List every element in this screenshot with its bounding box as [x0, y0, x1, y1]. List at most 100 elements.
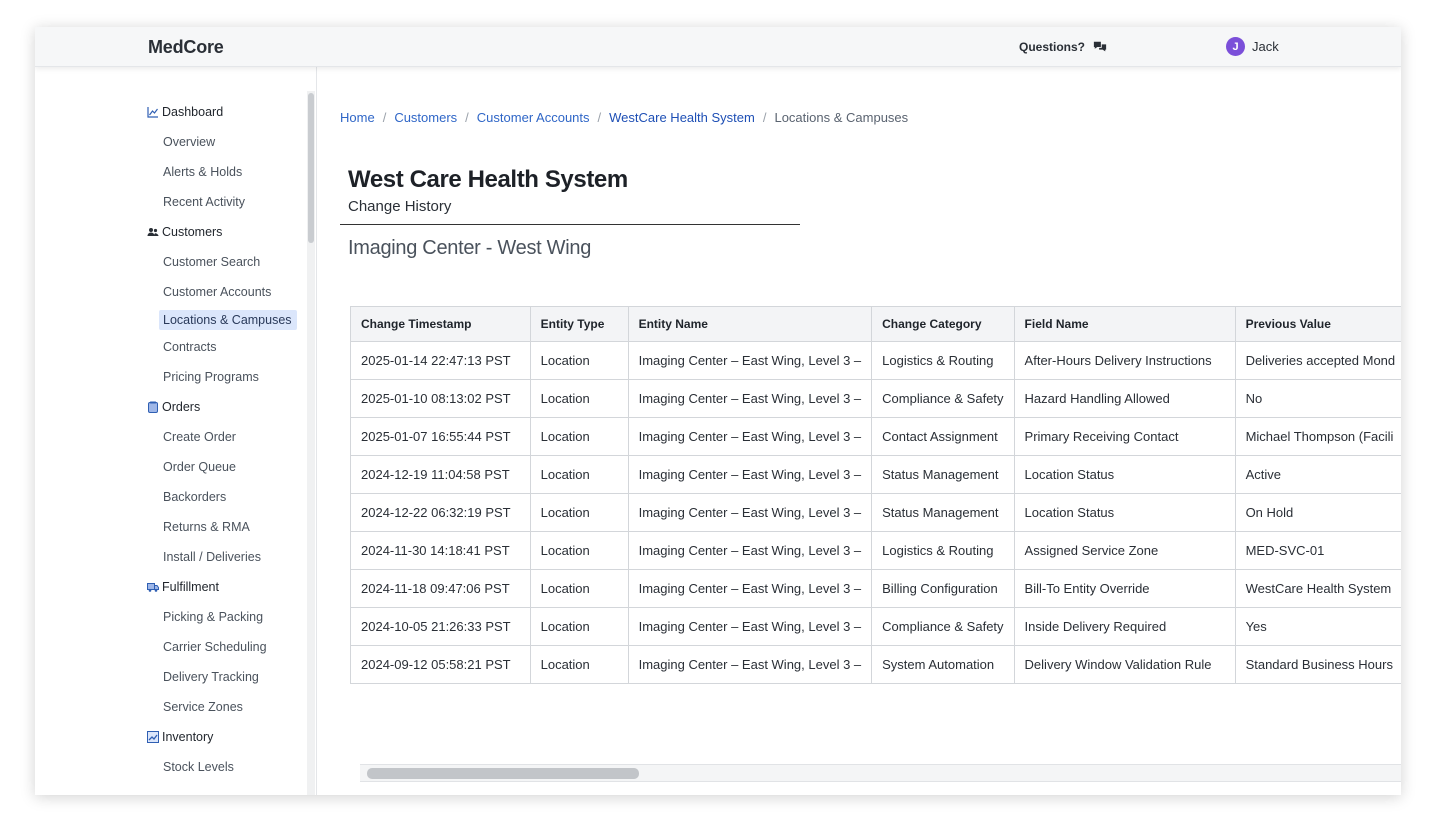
- sidebar-item-delivery-tracking[interactable]: Delivery Tracking: [147, 662, 307, 692]
- table-cell: Location: [529, 531, 629, 570]
- horizontal-scrollbar-track[interactable]: [360, 764, 1401, 782]
- table-cell: Logistics & Routing: [871, 531, 1015, 570]
- table-cell: After-Hours Delivery Instructions: [1013, 341, 1236, 380]
- table-row[interactable]: 2024-09-12 05:58:21 PST Location Imaging C…: [350, 645, 1401, 684]
- table-row[interactable]: 2025-01-14 22:47:13 PST Location Imaging C…: [350, 341, 1401, 380]
- table-cell: Bill-To Entity Override: [1013, 569, 1236, 608]
- brand-logo[interactable]: MedCore: [148, 37, 224, 58]
- change-history-table-container: Change Timestamp Entity Type Entity Name Ch…: [350, 306, 1401, 684]
- sidebar-section-inventory[interactable]: Inventory: [147, 722, 307, 752]
- sidebar-item-order-queue[interactable]: Order Queue: [147, 452, 307, 482]
- table-cell: Imaging Center – East Wing, Level 3 –: [627, 569, 873, 608]
- title-divider: [340, 224, 800, 225]
- table-cell: Location: [529, 417, 629, 456]
- table-cell: 2025-01-10 08:13:02 PST: [350, 379, 531, 418]
- table-cell: 2024-09-12 05:58:21 PST: [350, 645, 531, 684]
- horizontal-scrollbar-thumb[interactable]: [367, 768, 639, 779]
- table-cell: On Hold: [1234, 493, 1401, 532]
- table-cell: Hazard Handling Allowed: [1013, 379, 1236, 418]
- sidebar-section-fulfillment[interactable]: Fulfillment: [147, 572, 307, 602]
- sidebar-section-orders[interactable]: Orders: [147, 392, 307, 422]
- table-cell: Yes: [1234, 607, 1401, 646]
- table-row[interactable]: 2024-11-30 14:18:41 PST Location Imaging C…: [350, 531, 1401, 570]
- avatar: J: [1226, 37, 1245, 56]
- truck-icon: [147, 583, 159, 592]
- table-cell: Primary Receiving Contact: [1013, 417, 1236, 456]
- breadcrumb-separator: /: [597, 110, 602, 125]
- sidebar-item-carrier-scheduling[interactable]: Carrier Scheduling: [147, 632, 307, 662]
- breadcrumb: Home / Customers / Customer Accounts / W…: [340, 110, 908, 125]
- sidebar: Dashboard Overview Alerts & Holds Recent…: [35, 67, 317, 795]
- sidebar-item-picking-packing[interactable]: Picking & Packing: [147, 602, 307, 632]
- breadcrumb-customer-accounts[interactable]: Customer Accounts: [477, 110, 590, 125]
- questions-button[interactable]: Questions?: [1019, 40, 1107, 54]
- table-cell: Location: [529, 455, 629, 494]
- table-row[interactable]: 2024-12-19 11:04:58 PST Location Imaging C…: [350, 455, 1401, 494]
- table-row[interactable]: 2025-01-10 08:13:02 PST Location Imaging C…: [350, 379, 1401, 418]
- table-cell: Assigned Service Zone: [1013, 531, 1236, 570]
- app-window: MedCore Questions? J Jack Dashboard Over…: [35, 27, 1401, 795]
- table-row[interactable]: 2025-01-07 16:55:44 PST Location Imaging C…: [350, 417, 1401, 456]
- table-row[interactable]: 2024-10-05 21:26:33 PST Location Imaging C…: [350, 607, 1401, 646]
- column-header[interactable]: Entity Type: [529, 306, 629, 342]
- table-row[interactable]: 2024-12-22 06:32:19 PST Location Imaging C…: [350, 493, 1401, 532]
- sidebar-item-customer-search[interactable]: Customer Search: [147, 247, 307, 277]
- table-cell: Status Management: [871, 493, 1015, 532]
- users-icon: [147, 228, 159, 236]
- sidebar-item-backorders[interactable]: Backorders: [147, 482, 307, 512]
- breadcrumb-locations-campuses: Locations & Campuses: [774, 110, 909, 125]
- breadcrumb-separator: /: [382, 110, 387, 125]
- sidebar-item-create-order[interactable]: Create Order: [147, 422, 307, 452]
- sidebar-section-customers[interactable]: Customers: [147, 217, 307, 247]
- sidebar-item-locations-campuses[interactable]: Locations & Campuses: [159, 310, 297, 330]
- column-header[interactable]: Entity Name: [627, 306, 873, 342]
- sidebar-item-service-zones[interactable]: Service Zones: [147, 692, 307, 722]
- column-header[interactable]: Previous Value: [1234, 306, 1401, 342]
- table-cell: Inside Delivery Required: [1013, 607, 1236, 646]
- breadcrumb-westcare-health-system[interactable]: WestCare Health System: [609, 110, 755, 125]
- table-cell: Logistics & Routing: [871, 341, 1015, 380]
- table-cell: 2024-10-05 21:26:33 PST: [350, 607, 531, 646]
- table-cell: Imaging Center – East Wing, Level 3 –: [627, 493, 873, 532]
- table-cell: Location Status: [1013, 493, 1236, 532]
- table-cell: Location: [529, 379, 629, 418]
- sidebar-scrollbar-thumb[interactable]: [308, 93, 314, 243]
- table-cell: Imaging Center – East Wing, Level 3 –: [627, 531, 873, 570]
- breadcrumb-home[interactable]: Home: [340, 110, 375, 125]
- breadcrumb-customers[interactable]: Customers: [394, 110, 457, 125]
- sidebar-section-label: Inventory: [162, 730, 214, 744]
- sidebar-nav: Dashboard Overview Alerts & Holds Recent…: [147, 97, 307, 782]
- table-cell: Imaging Center – East Wing, Level 3 –: [627, 455, 873, 494]
- column-header[interactable]: Field Name: [1013, 306, 1236, 342]
- sidebar-item-recent-activity[interactable]: Recent Activity: [147, 187, 307, 217]
- chat-bubbles-icon: [1093, 41, 1107, 52]
- table-cell: Location: [529, 569, 629, 608]
- change-history-table: Change Timestamp Entity Type Entity Name Ch…: [350, 306, 1401, 684]
- main-content: Home / Customers / Customer Accounts / W…: [318, 67, 1401, 795]
- sidebar-item-install-deliveries[interactable]: Install / Deliveries: [147, 542, 307, 572]
- table-cell: 2024-12-22 06:32:19 PST: [350, 493, 531, 532]
- column-header[interactable]: Change Category: [871, 306, 1015, 342]
- user-menu[interactable]: J Jack: [1226, 37, 1279, 56]
- table-cell: Standard Business Hours: [1234, 645, 1401, 684]
- sidebar-item-alerts-holds[interactable]: Alerts & Holds: [147, 157, 307, 187]
- sidebar-item-contracts[interactable]: Contracts: [147, 332, 307, 362]
- sidebar-section-label: Dashboard: [162, 105, 224, 119]
- table-cell: Imaging Center – East Wing, Level 3 –: [627, 341, 873, 380]
- table-cell: 2024-12-19 11:04:58 PST: [350, 455, 531, 494]
- column-header[interactable]: Change Timestamp: [350, 306, 531, 342]
- table-cell: MED-SVC-01: [1234, 531, 1401, 570]
- sidebar-item-returns-rma[interactable]: Returns & RMA: [147, 512, 307, 542]
- table-cell: No: [1234, 379, 1401, 418]
- sidebar-item-customer-accounts[interactable]: Customer Accounts: [147, 277, 307, 307]
- sidebar-item-overview[interactable]: Overview: [147, 127, 307, 157]
- table-cell: Imaging Center – East Wing, Level 3 –: [627, 645, 873, 684]
- table-cell: Deliveries accepted Mond: [1234, 341, 1401, 380]
- table-row[interactable]: 2024-11-18 09:47:06 PST Location Imaging C…: [350, 569, 1401, 608]
- sidebar-section-label: Fulfillment: [162, 580, 219, 594]
- sidebar-section-dashboard[interactable]: Dashboard: [147, 97, 307, 127]
- table-cell: Contact Assignment: [871, 417, 1015, 456]
- sidebar-item-stock-levels[interactable]: Stock Levels: [147, 752, 307, 782]
- breadcrumb-separator: /: [465, 110, 469, 125]
- sidebar-item-pricing-programs[interactable]: Pricing Programs: [147, 362, 307, 392]
